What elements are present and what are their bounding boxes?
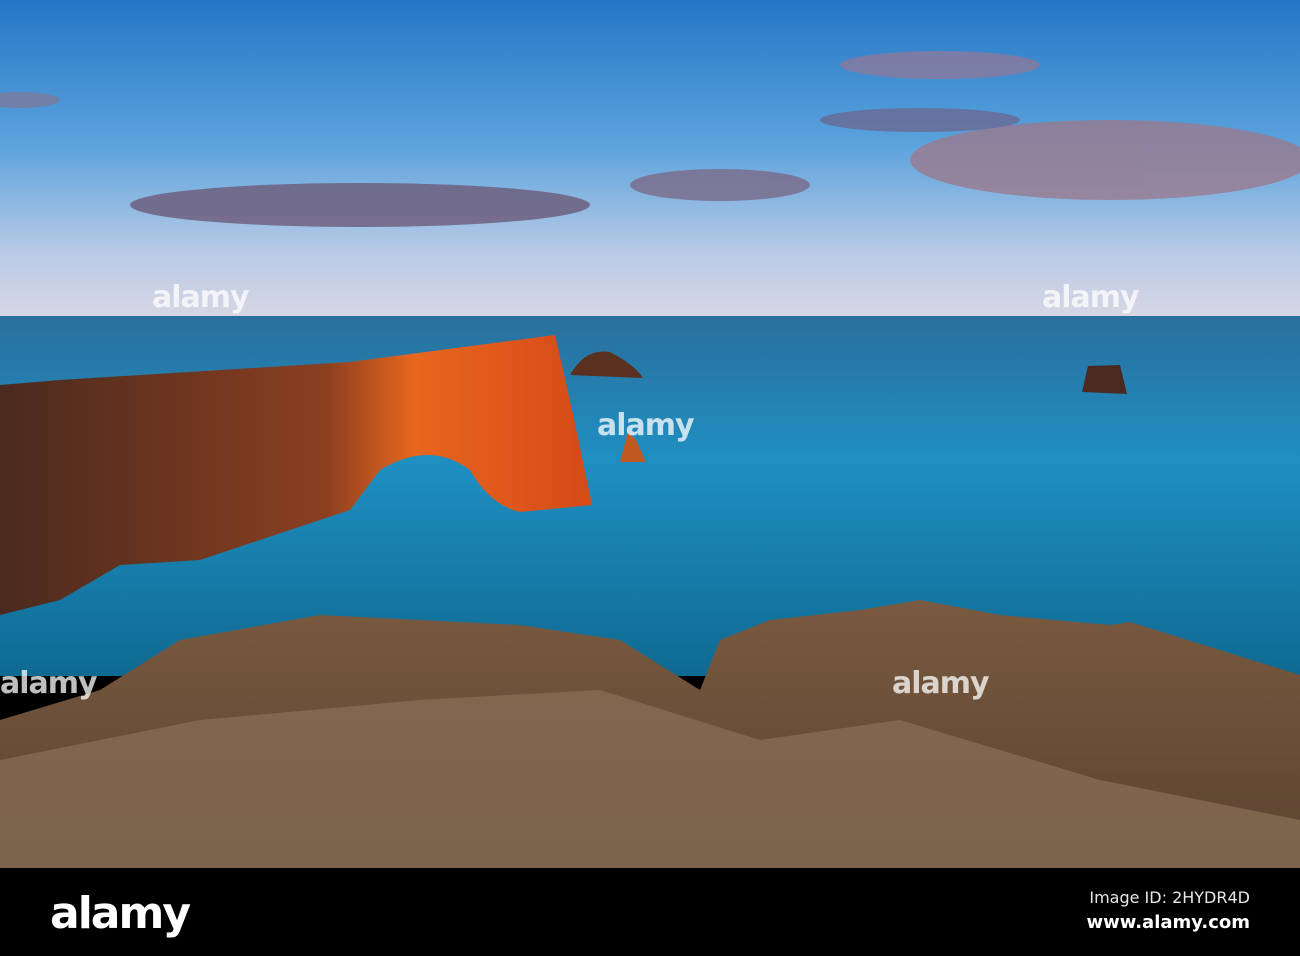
watermark: alamy [1042, 280, 1140, 315]
sea-stack [1082, 365, 1127, 394]
alamy-logo: alamy [50, 888, 191, 939]
stock-photo-page: alamy alamy alamy alamy alamy alamy Imag… [0, 0, 1300, 956]
watermark: alamy [892, 666, 990, 701]
footer-bar: alamy Image ID: 2HYDR4D www.alamy.com [0, 868, 1300, 956]
website-link: www.alamy.com [1086, 912, 1250, 933]
watermark: alamy [0, 666, 98, 701]
watermark: alamy [152, 280, 250, 315]
image-id: Image ID: 2HYDR4D [1089, 888, 1250, 907]
watermark: alamy [597, 408, 695, 443]
